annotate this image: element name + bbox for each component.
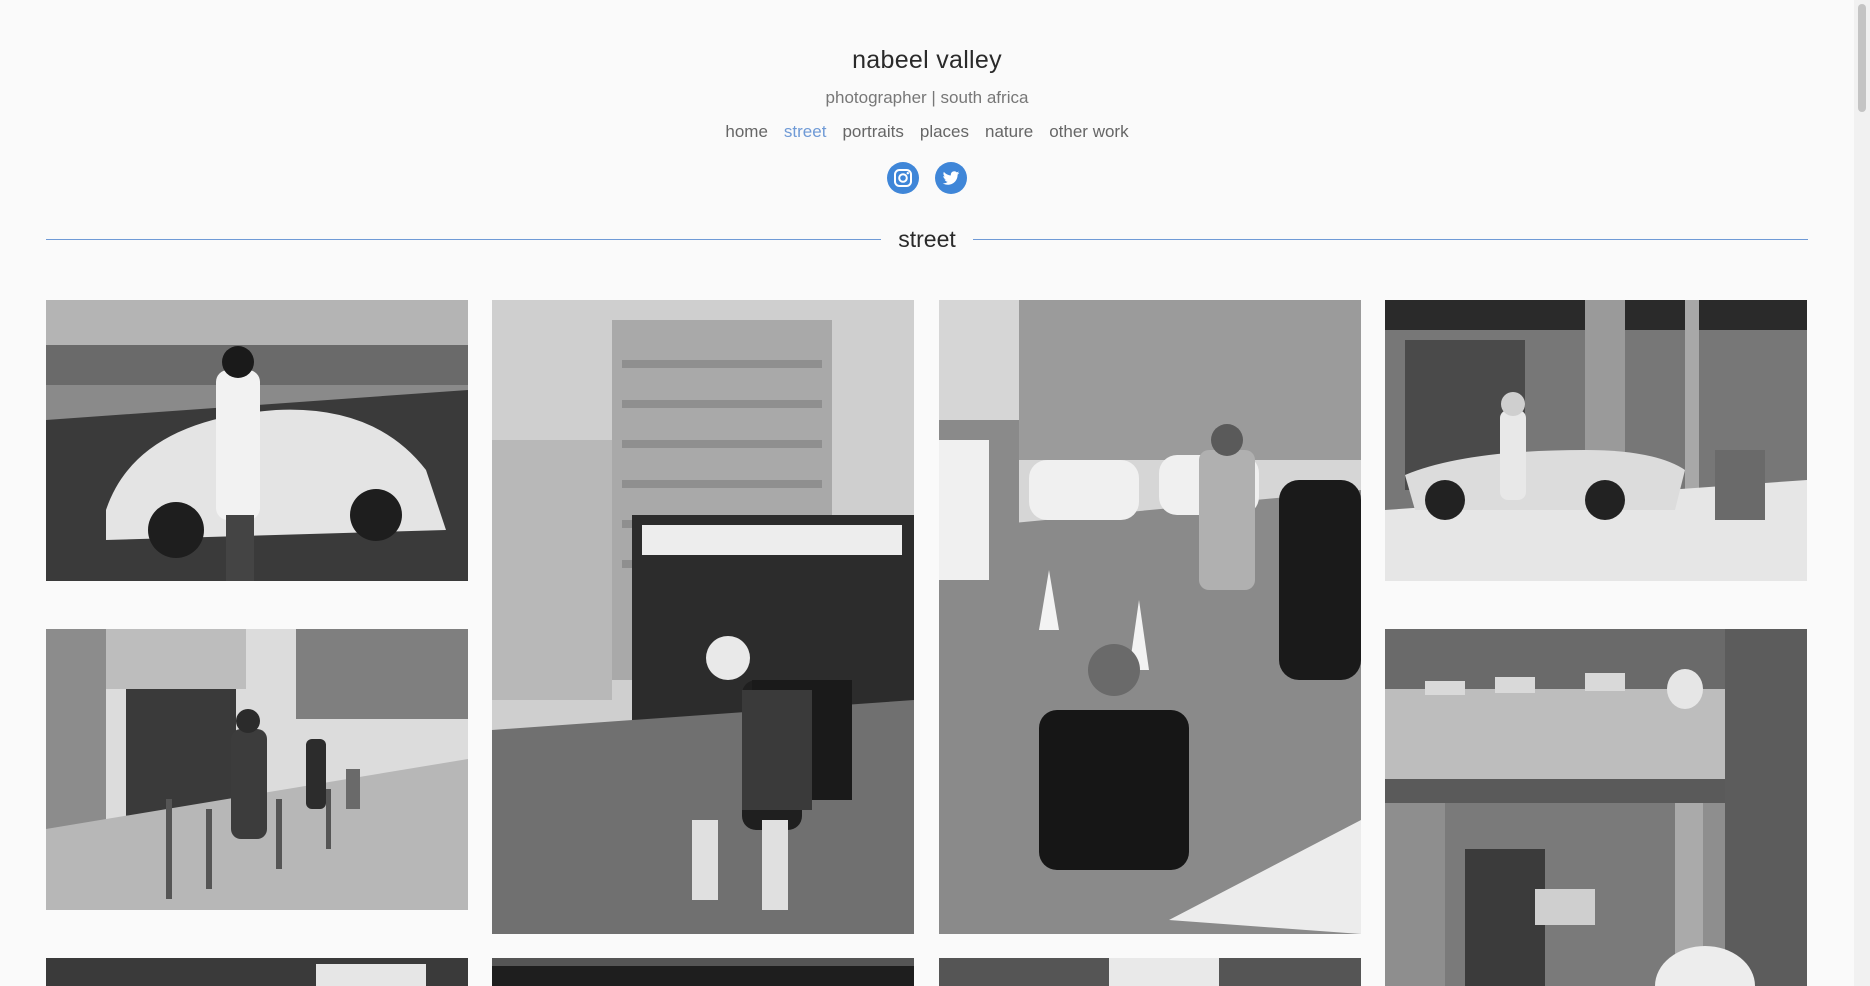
nav-home[interactable]: home: [725, 122, 768, 142]
main-nav: home street portraits places nature othe…: [0, 122, 1854, 142]
site-tagline: photographer | south africa: [825, 88, 1029, 107]
nav-portraits[interactable]: portraits: [842, 122, 903, 142]
instagram-icon: [894, 169, 912, 187]
social-links: [0, 162, 1854, 194]
gallery-photo[interactable]: [46, 958, 468, 986]
gallery-photo[interactable]: [939, 958, 1361, 986]
nav-street[interactable]: street: [784, 122, 827, 142]
gallery-photo[interactable]: [46, 300, 468, 581]
twitter-button[interactable]: [935, 162, 967, 194]
gallery-photo[interactable]: [939, 300, 1361, 934]
scrollbar-thumb[interactable]: [1858, 4, 1866, 112]
divider-right: [973, 239, 1808, 240]
gallery-photo[interactable]: [492, 300, 914, 934]
gallery-photo[interactable]: [46, 629, 468, 910]
nav-nature[interactable]: nature: [985, 122, 1033, 142]
nav-other-work[interactable]: other work: [1049, 122, 1128, 142]
page-scrollbar[interactable]: [1854, 0, 1870, 986]
gallery-photo[interactable]: [1385, 629, 1807, 986]
section-title: street: [898, 226, 956, 252]
gallery-photo[interactable]: [1385, 300, 1807, 581]
nav-places[interactable]: places: [920, 122, 969, 142]
section-heading: street: [46, 226, 1808, 252]
divider-left: [46, 239, 881, 240]
instagram-button[interactable]: [887, 162, 919, 194]
site-title[interactable]: nabeel valley: [0, 46, 1854, 75]
gallery-photo[interactable]: [492, 958, 914, 986]
twitter-icon: [942, 171, 960, 185]
